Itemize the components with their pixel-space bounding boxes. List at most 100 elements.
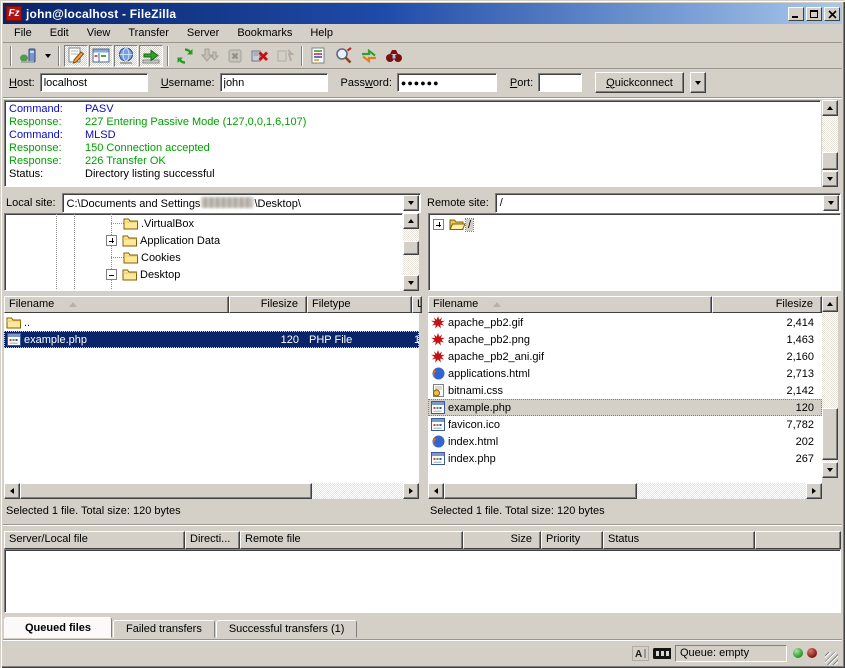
scroll-down-button[interactable]	[822, 171, 838, 187]
minimize-button[interactable]	[788, 7, 804, 21]
scrollbar-thumb[interactable]	[20, 483, 312, 499]
scrollbar-thumb[interactable]	[822, 152, 838, 170]
disconnect-button[interactable]	[248, 45, 272, 67]
file-row-parent-dir[interactable]: ..	[4, 314, 419, 331]
column-filesize[interactable]: Filesize	[712, 296, 822, 313]
column-last-modified[interactable]: L	[412, 296, 422, 313]
maximize-button[interactable]	[806, 7, 822, 21]
tree-item-cookies[interactable]: Cookies	[123, 249, 183, 266]
menu-server[interactable]: Server	[178, 25, 228, 41]
password-input[interactable]	[397, 73, 497, 92]
expand-plus-icon[interactable]	[433, 219, 444, 230]
process-queue-button[interactable]	[198, 45, 222, 67]
column-server-local-file[interactable]: Server/Local file	[4, 531, 185, 549]
scroll-down-button[interactable]	[403, 275, 419, 291]
column-remote-file[interactable]: Remote file	[240, 531, 463, 549]
toggle-local-tree-button[interactable]	[89, 45, 113, 67]
reconnect-button[interactable]	[273, 45, 297, 67]
tree-item-virtualbox[interactable]: .VirtualBox	[123, 215, 196, 232]
column-filesize[interactable]: Filesize	[229, 296, 307, 313]
toggle-queue-view-button[interactable]	[139, 45, 163, 67]
file-row-example-php[interactable]: example.php 120 PHP File 1	[4, 331, 419, 348]
remote-site-dropdown[interactable]	[823, 195, 839, 211]
port-input[interactable]	[538, 73, 582, 92]
column-priority[interactable]: Priority	[541, 531, 603, 549]
scroll-down-button[interactable]	[822, 462, 838, 478]
scroll-right-button[interactable]	[403, 483, 419, 499]
cancel-button[interactable]	[223, 45, 247, 67]
resize-grip[interactable]	[825, 652, 838, 665]
tab-queued-files[interactable]: Queued files	[4, 617, 112, 638]
menu-view[interactable]: View	[78, 25, 120, 41]
scrollbar-thumb[interactable]	[822, 408, 838, 460]
local-file-list[interactable]: .. example.php 120 PHP File 1	[4, 313, 419, 483]
refresh-button[interactable]	[173, 45, 197, 67]
data-type-ascii-icon[interactable]: A	[631, 645, 649, 661]
expand-plus-icon[interactable]	[106, 235, 117, 246]
quickconnect-button[interactable]: Quickconnect	[595, 72, 684, 93]
scroll-right-button[interactable]	[806, 483, 822, 499]
tree-item-application-data[interactable]: Application Data	[106, 232, 222, 249]
speed-limits-icon[interactable]	[653, 645, 671, 661]
column-status[interactable]: Status	[603, 531, 755, 549]
scroll-up-button[interactable]	[403, 213, 419, 229]
file-row[interactable]: favicon.ico 7,782	[428, 416, 822, 433]
scroll-left-button[interactable]	[428, 483, 444, 499]
toggle-log-view-button[interactable]	[64, 45, 88, 67]
username-input[interactable]	[220, 73, 328, 92]
remote-list-hscrollbar[interactable]	[428, 483, 822, 499]
collapse-minus-icon[interactable]	[106, 269, 117, 280]
menu-edit[interactable]: Edit	[41, 25, 78, 41]
file-row[interactable]: bitnami.css 2,142	[428, 382, 822, 399]
file-row[interactable]: index.php 267	[428, 450, 822, 467]
quickconnect-dropdown[interactable]	[690, 72, 706, 93]
scroll-up-button[interactable]	[822, 100, 838, 116]
find-files-button[interactable]	[382, 45, 406, 67]
column-size[interactable]: Size	[463, 531, 541, 549]
title-bar[interactable]: Fz john@localhost - FileZilla	[3, 3, 842, 24]
close-button[interactable]	[824, 7, 840, 21]
scrollbar-thumb[interactable]	[403, 241, 419, 255]
remote-file-list[interactable]: apache_pb2.gif 2,414 apache_pb2.png 1,46…	[428, 313, 822, 483]
remote-list-vscrollbar[interactable]	[822, 296, 838, 478]
column-filetype[interactable]: Filetype	[307, 296, 412, 313]
file-row[interactable]: applications.html 2,713	[428, 365, 822, 382]
log-scrollbar[interactable]	[822, 100, 838, 187]
menu-file[interactable]: File	[5, 25, 41, 41]
local-site-combo[interactable]: C:\Documents and Settings\Desktop\	[62, 193, 421, 213]
file-row-example-php[interactable]: example.php 120	[428, 399, 822, 416]
tab-failed-transfers[interactable]: Failed transfers	[113, 620, 215, 638]
menu-help[interactable]: Help	[301, 25, 342, 41]
column-filename[interactable]: Filename	[428, 296, 712, 313]
remote-tree[interactable]: /	[428, 213, 841, 291]
scrollbar-thumb[interactable]	[444, 483, 637, 499]
synchronized-browsing-button[interactable]	[357, 45, 381, 67]
column-filename[interactable]: Filename	[4, 296, 229, 313]
file-row[interactable]: apache_pb2.png 1,463	[428, 331, 822, 348]
site-manager-button[interactable]	[16, 45, 40, 67]
file-row[interactable]: apache_pb2.gif 2,414	[428, 314, 822, 331]
local-site-dropdown[interactable]	[403, 195, 419, 211]
filter-button[interactable]	[307, 45, 331, 67]
host-input[interactable]	[40, 73, 148, 92]
remote-site-combo[interactable]: /	[495, 193, 841, 213]
menu-transfer[interactable]: Transfer	[119, 25, 178, 41]
scroll-left-button[interactable]	[4, 483, 20, 499]
column-direction[interactable]: Directi...	[185, 531, 240, 549]
tree-item-desktop[interactable]: Desktop	[106, 266, 182, 283]
tree-item-root[interactable]: /	[433, 216, 473, 233]
menu-bookmarks[interactable]: Bookmarks	[228, 25, 301, 41]
file-row[interactable]: index.html 202	[428, 433, 822, 450]
local-tree-scrollbar[interactable]	[403, 213, 419, 291]
scroll-up-button[interactable]	[822, 296, 838, 312]
toggle-remote-tree-button[interactable]	[114, 45, 138, 67]
queue-tabs: Queued files Failed transfers Successful…	[4, 617, 357, 638]
file-row[interactable]: apache_pb2_ani.gif 2,160	[428, 348, 822, 365]
message-log[interactable]: Command:PASV Response:227 Entering Passi…	[4, 100, 821, 187]
queue-list[interactable]	[4, 549, 841, 613]
local-tree[interactable]: .VirtualBox Application Data Cookies Des…	[4, 213, 403, 291]
site-manager-dropdown[interactable]	[41, 45, 54, 67]
tab-successful-transfers[interactable]: Successful transfers (1)	[216, 620, 358, 638]
local-list-hscrollbar[interactable]	[4, 483, 419, 499]
directory-comparison-button[interactable]	[332, 45, 356, 67]
